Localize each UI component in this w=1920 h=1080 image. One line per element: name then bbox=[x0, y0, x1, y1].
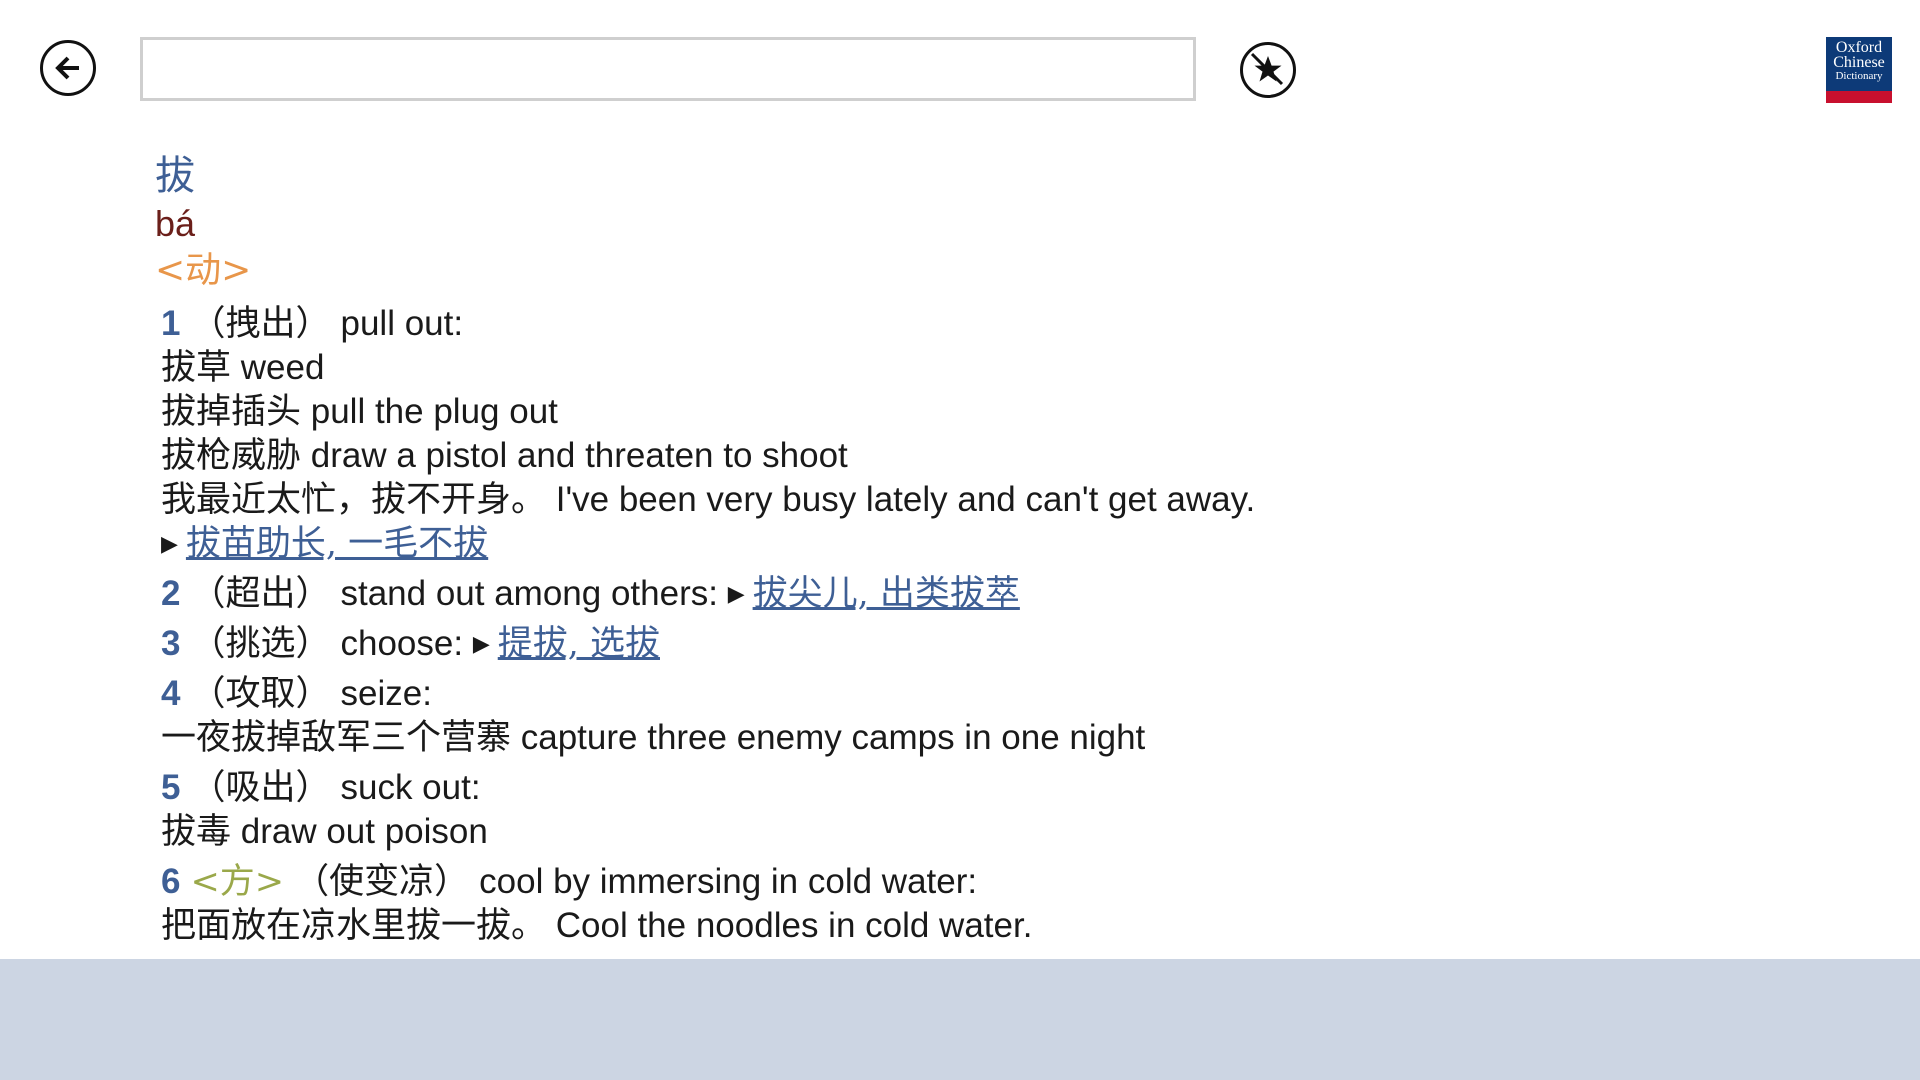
logo-red-band bbox=[1826, 91, 1892, 103]
example: 拔掉插头 pull the plug out bbox=[155, 390, 1805, 434]
sense-gloss-cn: （挑选） bbox=[190, 624, 331, 664]
example: 拔毒 draw out poison bbox=[155, 810, 1805, 854]
sense-gloss-en: suck out: bbox=[340, 768, 481, 807]
top-bar: Oxford Chinese Dictionary bbox=[0, 0, 1920, 120]
example-cn: 把面放在凉水里拔一拔。 bbox=[161, 906, 547, 946]
sense-number: 4 bbox=[161, 674, 181, 713]
sense-2: 2 （超出） stand out among others: ▶ 拔尖儿, 出类拔萃 bbox=[155, 572, 1805, 616]
cross-reference-link[interactable]: 提拔, 选拔 bbox=[498, 624, 660, 664]
back-arrow-icon bbox=[55, 56, 79, 80]
example-cn: 我最近太忙，拔不开身。 bbox=[161, 480, 547, 520]
example-cn: 拔毒 bbox=[161, 812, 232, 852]
sense-4: 4 （攻取） seize: bbox=[155, 672, 1805, 716]
sense-gloss-cn: （使变凉） bbox=[294, 862, 470, 902]
example-en: I've been very busy lately and can't get… bbox=[555, 480, 1256, 519]
example-en: capture three enemy camps in one night bbox=[520, 718, 1146, 757]
favorite-button[interactable] bbox=[1240, 42, 1296, 98]
sense-1: 1 （拽出） pull out: bbox=[155, 302, 1805, 346]
favorite-star-icon bbox=[1250, 52, 1284, 86]
entry-content: 拔 bá <动> 1 （拽出） pull out: 拔草 weed 拔掉插头 pul… bbox=[155, 148, 1805, 948]
example-en: Cool the noodles in cold water. bbox=[555, 906, 1033, 945]
example-cn: 拔枪威胁 bbox=[161, 436, 302, 476]
register-label: <方> bbox=[190, 862, 285, 902]
example: 拔草 weed bbox=[155, 346, 1805, 390]
back-button[interactable] bbox=[40, 40, 96, 96]
idioms-link[interactable]: 拔苗助长, 一毛不拔 bbox=[186, 524, 488, 564]
sense-6: 6 <方> （使变凉） cool by immersing in cold water… bbox=[155, 860, 1805, 904]
sense-5: 5 （吸出） suck out: bbox=[155, 766, 1805, 810]
cross-reference-link[interactable]: 拔尖儿, 出类拔萃 bbox=[753, 574, 1020, 614]
example: 拔枪威胁 draw a pistol and threaten to shoot bbox=[155, 434, 1805, 478]
sense-number: 5 bbox=[161, 768, 181, 807]
idioms-row: ▶ 拔苗助长, 一毛不拔 bbox=[155, 522, 1805, 566]
example: 我最近太忙，拔不开身。 I've been very busy lately a… bbox=[155, 478, 1805, 522]
sense-number: 2 bbox=[161, 574, 181, 613]
example-cn: 一夜拔掉敌军三个营寨 bbox=[161, 718, 512, 758]
sense-gloss-en: stand out among others: bbox=[340, 574, 718, 613]
pinyin: bá bbox=[155, 203, 196, 244]
triangle-right-icon: ▶ bbox=[727, 581, 745, 606]
sense-gloss-cn: （拽出） bbox=[190, 304, 331, 344]
example-en: pull the plug out bbox=[310, 392, 558, 431]
sense-gloss-cn: （超出） bbox=[190, 574, 331, 614]
example-en: weed bbox=[240, 348, 325, 387]
search-input[interactable] bbox=[140, 37, 1196, 101]
logo-line-2: Chinese bbox=[1833, 54, 1885, 71]
sense-number: 3 bbox=[161, 624, 181, 663]
example-en: draw a pistol and threaten to shoot bbox=[310, 436, 848, 475]
sense-3: 3 （挑选） choose: ▶ 提拔, 选拔 bbox=[155, 622, 1805, 666]
headword: 拔 bbox=[155, 153, 195, 199]
triangle-right-icon: ▶ bbox=[161, 531, 178, 556]
sense-number: 1 bbox=[161, 304, 181, 343]
example: 一夜拔掉敌军三个营寨 capture three enemy camps in … bbox=[155, 716, 1805, 760]
triangle-right-icon: ▶ bbox=[472, 631, 490, 656]
example: 把面放在凉水里拔一拔。 Cool the noodles in cold wat… bbox=[155, 904, 1805, 948]
logo-line-1: Oxford bbox=[1835, 39, 1883, 56]
bottom-app-bar bbox=[0, 959, 1920, 1080]
sense-number: 6 bbox=[161, 862, 181, 901]
oxford-chinese-dictionary-logo: Oxford Chinese Dictionary bbox=[1826, 37, 1892, 103]
example-cn: 拔草 bbox=[161, 348, 232, 388]
example-en: draw out poison bbox=[240, 812, 488, 851]
sense-gloss-en: seize: bbox=[340, 674, 432, 713]
sense-gloss-cn: （吸出） bbox=[190, 768, 331, 808]
sense-gloss-cn: （攻取） bbox=[190, 674, 331, 714]
example-cn: 拔掉插头 bbox=[161, 392, 302, 432]
part-of-speech: <动> bbox=[155, 250, 252, 291]
sense-gloss-en: choose: bbox=[340, 624, 464, 663]
logo-line-3: Dictionary bbox=[1835, 70, 1883, 82]
sense-gloss-en: pull out: bbox=[340, 304, 464, 343]
sense-gloss-en: cool by immersing in cold water: bbox=[479, 862, 978, 901]
